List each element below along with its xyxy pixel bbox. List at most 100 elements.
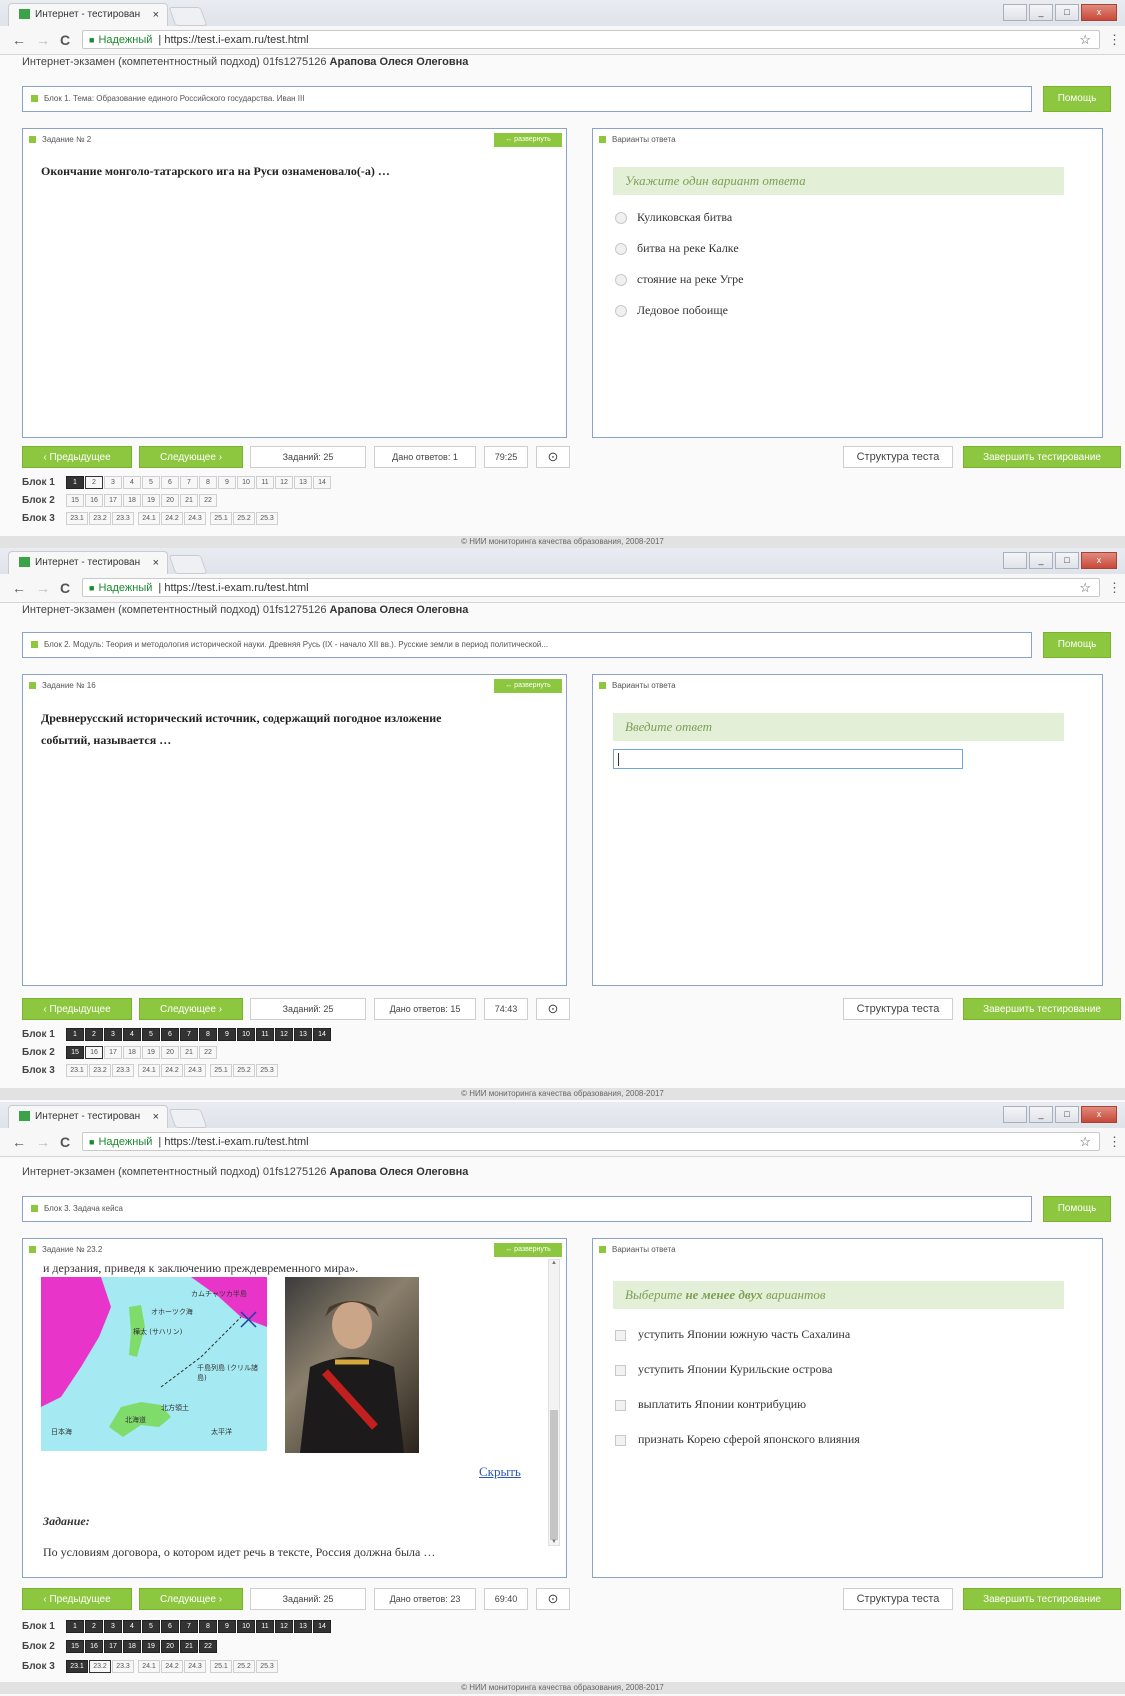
next-button[interactable]: Следующее › (139, 998, 243, 1020)
question-cell[interactable]: 24.1 (138, 1660, 160, 1673)
question-cell[interactable]: 24.3 (184, 1064, 206, 1077)
question-cell[interactable]: 3 (104, 476, 122, 489)
question-cell[interactable]: 16 (85, 1640, 103, 1653)
expand-button[interactable]: ↔ развернуть (494, 679, 562, 693)
question-cell[interactable]: 18 (123, 494, 141, 507)
question-cell[interactable]: 20 (161, 1046, 179, 1059)
expand-button[interactable]: ↔ развернуть (494, 1243, 562, 1257)
question-cell[interactable]: 17 (104, 1640, 122, 1653)
question-cell[interactable]: 23.1 (66, 1064, 88, 1077)
question-cell[interactable]: 7 (180, 476, 198, 489)
checkbox-icon[interactable] (615, 1364, 626, 1376)
next-button[interactable]: Следующее › (139, 1588, 243, 1610)
question-cell[interactable]: 5 (142, 1028, 160, 1041)
browser-menu-icon[interactable]: ⋮ (1108, 32, 1121, 48)
question-cell[interactable]: 11 (256, 476, 274, 489)
question-cell[interactable]: 18 (123, 1046, 141, 1059)
bookmark-star-icon[interactable]: ☆ (1079, 31, 1091, 49)
bookmark-star-icon[interactable]: ☆ (1079, 579, 1091, 597)
reload-icon[interactable]: C (60, 32, 70, 48)
finish-button[interactable]: Завершить тестирование (963, 998, 1121, 1020)
question-cell[interactable]: 8 (199, 476, 217, 489)
structure-button[interactable]: Структура теста (843, 446, 953, 468)
question-cell[interactable]: 19 (142, 1046, 160, 1059)
checkbox-icon[interactable] (615, 1434, 626, 1446)
question-cell[interactable]: 23.2 (89, 1064, 111, 1077)
question-cell[interactable]: 17 (104, 1046, 122, 1059)
question-cell[interactable]: 23.3 (112, 512, 134, 525)
question-cell[interactable]: 13 (294, 1620, 312, 1633)
question-cell[interactable]: 24.2 (161, 512, 183, 525)
tab-close-icon[interactable]: × (153, 1106, 159, 1128)
question-cell[interactable]: 6 (161, 1620, 179, 1633)
question-cell[interactable]: 23.2 (89, 512, 111, 525)
question-cell[interactable]: 1 (66, 476, 84, 489)
question-cell[interactable]: 3 (104, 1028, 122, 1041)
question-cell[interactable]: 15 (66, 1640, 84, 1653)
question-cell[interactable]: 13 (294, 476, 312, 489)
question-cell[interactable]: 7 (180, 1028, 198, 1041)
finish-button[interactable]: Завершить тестирование (963, 1588, 1121, 1610)
scrollbar[interactable]: ▲ ▼ (548, 1259, 560, 1546)
answer-option[interactable]: битва на реке Калке (615, 241, 739, 256)
finish-button[interactable]: Завершить тестирование (963, 446, 1121, 468)
scroll-down-icon[interactable]: ▼ (549, 1539, 559, 1545)
question-cell[interactable]: 25.3 (256, 1064, 278, 1077)
question-cell[interactable]: 16 (85, 1046, 103, 1059)
question-cell[interactable]: 20 (161, 1640, 179, 1653)
forward-icon[interactable]: → (36, 1134, 50, 1150)
question-cell[interactable]: 14 (313, 476, 331, 489)
answer-option[interactable]: Ледовое побоище (615, 303, 728, 318)
question-cell[interactable]: 25.1 (210, 1064, 232, 1077)
answer-option[interactable]: уступить Японии южную часть Сахалина (615, 1327, 850, 1342)
question-cell[interactable]: 2 (85, 476, 103, 489)
minimize-icon[interactable]: _ (1029, 4, 1053, 21)
question-cell[interactable]: 1 (66, 1620, 84, 1633)
question-cell[interactable]: 24.1 (138, 512, 160, 525)
question-cell[interactable]: 17 (104, 494, 122, 507)
question-cell[interactable]: 25.2 (233, 512, 255, 525)
question-cell[interactable]: 6 (161, 1028, 179, 1041)
question-cell[interactable]: 23.3 (112, 1064, 134, 1077)
window-close-icon[interactable]: x (1081, 1106, 1117, 1123)
bookmark-star-icon[interactable]: ☆ (1079, 1133, 1091, 1151)
structure-button[interactable]: Структура теста (843, 1588, 953, 1610)
tab-close-icon[interactable]: × (153, 4, 159, 26)
expand-button[interactable]: ↔ развернуть (494, 133, 562, 147)
question-cell[interactable]: 14 (313, 1620, 331, 1633)
question-cell[interactable]: 22 (199, 494, 217, 507)
user-icon[interactable] (1003, 552, 1027, 569)
browser-tab[interactable]: Интернет - тестирован × (8, 3, 168, 26)
question-cell[interactable]: 21 (180, 1046, 198, 1059)
back-icon[interactable]: ← (12, 1134, 26, 1150)
minimize-icon[interactable]: _ (1029, 552, 1053, 569)
forward-icon[interactable]: → (36, 32, 50, 48)
clock-icon[interactable]: ⊙ (536, 446, 570, 468)
minimize-icon[interactable]: _ (1029, 1106, 1053, 1123)
radio-icon[interactable] (615, 274, 627, 287)
question-cell[interactable]: 19 (142, 494, 160, 507)
help-button[interactable]: Помощь (1043, 1196, 1111, 1222)
question-cell[interactable]: 25.1 (210, 512, 232, 525)
maximize-icon[interactable]: □ (1055, 1106, 1079, 1123)
question-cell[interactable]: 11 (256, 1620, 274, 1633)
question-cell[interactable]: 14 (313, 1028, 331, 1041)
question-cell[interactable]: 23.3 (112, 1660, 134, 1673)
question-cell[interactable]: 9 (218, 1028, 236, 1041)
address-bar[interactable]: ■ Надежный | https://test.i-exam.ru/test.h… (82, 578, 1100, 597)
question-cell[interactable]: 21 (180, 494, 198, 507)
question-cell[interactable]: 24.2 (161, 1064, 183, 1077)
question-cell[interactable]: 8 (199, 1028, 217, 1041)
window-close-icon[interactable]: x (1081, 4, 1117, 21)
new-tab-button[interactable] (168, 7, 208, 26)
radio-icon[interactable] (615, 243, 627, 256)
checkbox-icon[interactable] (615, 1329, 626, 1341)
reload-icon[interactable]: C (60, 1134, 70, 1150)
prev-button[interactable]: ‹ Предыдущее (22, 446, 132, 468)
hide-link[interactable]: Скрыть (479, 1464, 521, 1480)
question-cell[interactable]: 25.2 (233, 1660, 255, 1673)
help-button[interactable]: Помощь (1043, 86, 1111, 112)
clock-icon[interactable]: ⊙ (536, 1588, 570, 1610)
answer-input[interactable] (613, 749, 963, 769)
forward-icon[interactable]: → (36, 580, 50, 596)
